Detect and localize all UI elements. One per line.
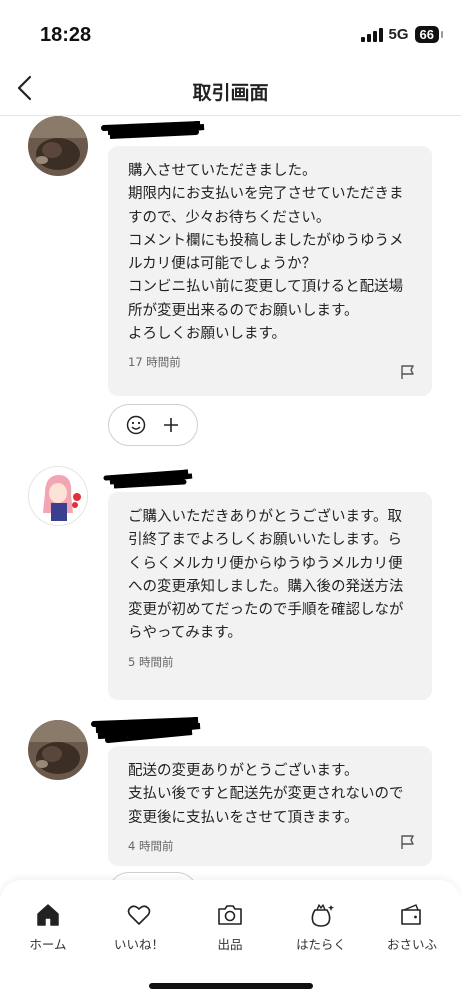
message-bubble: 配送の変更ありがとうございます。 支払い後ですと配送先が変更されないので変更後に… [108, 746, 432, 866]
home-indicator [149, 983, 313, 989]
home-icon [37, 904, 59, 926]
buyer-avatar[interactable] [28, 720, 88, 780]
battery-icon: 66 [414, 26, 444, 43]
tab-label: 出品 [217, 937, 243, 952]
bottom-tab-bar: ホーム いいね！ 出品 はたらく おさいふ [0, 880, 461, 999]
network-type: 5G [388, 26, 409, 43]
tab-sell[interactable]: 出品 [184, 902, 276, 953]
status-time: 18:28 [40, 24, 92, 46]
report-flag-icon[interactable] [400, 834, 416, 850]
tab-label: はたらく [296, 937, 346, 952]
message-bubble: ご購入いただきありがとうございます。取引終了までよろしくお願いいたします。らくら… [108, 492, 432, 700]
status-indicators: 5G 66 [360, 26, 444, 43]
tab-label: おさいふ [386, 937, 437, 952]
message-bubble: 購入させていただきました。 期限内にお支払いを完了させていただきますので、少々お… [108, 146, 432, 396]
message-list[interactable]: 購入させていただきました。 期限内にお支払いを完了させていただきますので、少々お… [0, 116, 461, 886]
tab-home[interactable]: ホーム [2, 902, 94, 953]
wallet-icon [401, 904, 421, 925]
tab-label: ホーム [29, 937, 67, 952]
buyer-avatar[interactable] [28, 116, 88, 176]
heart-icon [127, 905, 151, 925]
tab-wallet[interactable]: おさいふ [366, 902, 458, 953]
add-reaction-button[interactable] [108, 404, 198, 446]
page-title: 取引画面 [192, 82, 269, 104]
plus-icon [164, 418, 178, 432]
header: 取引画面 [0, 64, 461, 116]
hedgehog-photo-icon [28, 116, 88, 176]
tab-work[interactable]: はたらく [275, 902, 367, 953]
camera-icon [218, 905, 242, 925]
message-text: ご購入いただきありがとうございます。取引終了までよろしくお願いいたします。らくら… [128, 509, 404, 642]
redacted-name-1 [101, 121, 205, 139]
report-flag-icon[interactable] [400, 364, 416, 380]
message-time: 17 時間前 [128, 355, 181, 370]
tab-label: いいね！ [113, 937, 164, 952]
smiley-icon [126, 415, 146, 435]
signal-icon [360, 27, 383, 42]
tab-likes[interactable]: いいね！ [93, 902, 185, 953]
redacted-name-3 [91, 717, 201, 743]
hedgehog-photo-icon [28, 720, 88, 780]
sprout-bag-icon [311, 904, 334, 927]
status-bar: 18:28 5G 66 [0, 0, 461, 64]
message-time: 4 時間前 [128, 838, 174, 853]
message-time: 5 時間前 [128, 654, 174, 669]
redacted-name-2 [103, 469, 193, 489]
message-text: 配送の変更ありがとうございます。 支払い後ですと配送先が変更されないので変更後に… [128, 763, 404, 826]
seller-avatar[interactable] [28, 466, 88, 526]
illustrated-girl-icon [29, 467, 87, 525]
message-text: 購入させていただきました。 期限内にお支払いを完了させていただきますので、少々お… [128, 163, 404, 343]
